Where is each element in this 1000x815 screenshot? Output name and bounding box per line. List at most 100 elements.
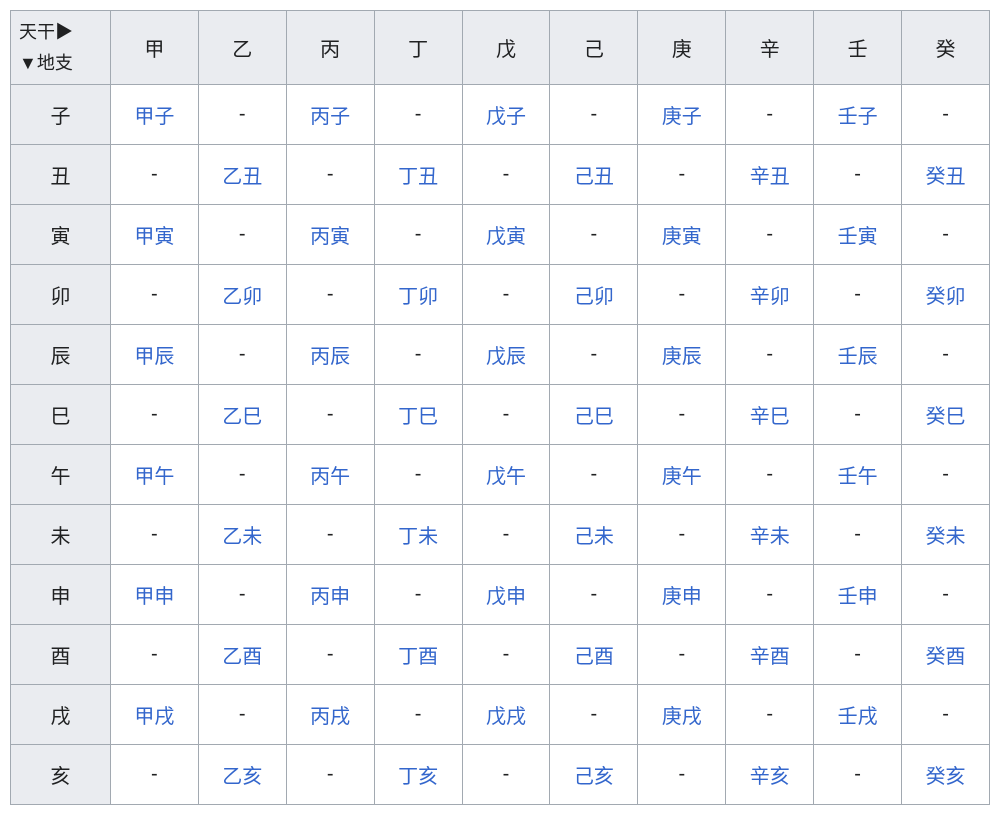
cycle-link[interactable]: 丙戌	[310, 706, 350, 728]
cycle-cell: 甲申	[110, 565, 198, 625]
cycle-link[interactable]: 甲午	[134, 466, 174, 488]
cycle-link[interactable]: 戊午	[486, 466, 526, 488]
cycle-link[interactable]: 辛酉	[750, 646, 790, 668]
cycle-cell: -	[374, 685, 462, 745]
cycle-link[interactable]: 辛丑	[750, 166, 790, 188]
empty-cell: -	[503, 643, 510, 665]
branch-header: 戌	[11, 685, 111, 745]
cycle-link[interactable]: 辛未	[750, 526, 790, 548]
cycle-link[interactable]: 壬寅	[838, 226, 878, 248]
cycle-cell: 庚辰	[638, 325, 726, 385]
cycle-link[interactable]: 丙午	[310, 466, 350, 488]
cycle-link[interactable]: 丁未	[398, 526, 438, 548]
cycle-link[interactable]: 癸卯	[926, 286, 966, 308]
cycle-link[interactable]: 丙辰	[310, 346, 350, 368]
cycle-link[interactable]: 己未	[574, 526, 614, 548]
cycle-link[interactable]: 庚戌	[662, 706, 702, 728]
cycle-link[interactable]: 庚寅	[662, 226, 702, 248]
empty-cell: -	[415, 103, 422, 125]
cycle-link[interactable]: 壬午	[838, 466, 878, 488]
cycle-cell: -	[462, 505, 550, 565]
cycle-link[interactable]: 庚子	[662, 106, 702, 128]
cycle-link[interactable]: 乙丑	[222, 166, 262, 188]
cycle-link[interactable]: 庚辰	[662, 346, 702, 368]
empty-cell: -	[942, 223, 949, 245]
cycle-link[interactable]: 丁酉	[398, 646, 438, 668]
cycle-link[interactable]: 甲戌	[134, 706, 174, 728]
cycle-link[interactable]: 己丑	[574, 166, 614, 188]
cycle-link[interactable]: 壬子	[838, 106, 878, 128]
cycle-link[interactable]: 癸酉	[926, 646, 966, 668]
cycle-cell: -	[550, 205, 638, 265]
cycle-link[interactable]: 乙未	[222, 526, 262, 548]
cycle-link[interactable]: 辛亥	[750, 766, 790, 788]
cycle-link[interactable]: 癸丑	[926, 166, 966, 188]
cycle-link[interactable]: 戊辰	[486, 346, 526, 368]
cycle-link[interactable]: 壬申	[838, 586, 878, 608]
cycle-cell: -	[374, 205, 462, 265]
cycle-cell: -	[110, 385, 198, 445]
empty-cell: -	[327, 763, 334, 785]
cycle-cell: -	[110, 145, 198, 205]
cycle-link[interactable]: 戊戌	[486, 706, 526, 728]
cycle-cell: 辛卯	[726, 265, 814, 325]
stem-header: 辛	[726, 11, 814, 85]
empty-cell: -	[854, 283, 861, 305]
cycle-link[interactable]: 乙卯	[222, 286, 262, 308]
cycle-cell: -	[462, 265, 550, 325]
cycle-link[interactable]: 癸巳	[926, 406, 966, 428]
cycle-cell: 己未	[550, 505, 638, 565]
cycle-cell: -	[638, 145, 726, 205]
stem-header: 癸	[902, 11, 990, 85]
cycle-link[interactable]: 己酉	[574, 646, 614, 668]
cycle-link[interactable]: 庚午	[662, 466, 702, 488]
cycle-link[interactable]: 庚申	[662, 586, 702, 608]
cycle-cell: 甲辰	[110, 325, 198, 385]
cycle-cell: -	[902, 445, 990, 505]
cycle-cell: -	[902, 565, 990, 625]
cycle-link[interactable]: 乙亥	[222, 766, 262, 788]
cycle-cell: -	[902, 325, 990, 385]
cycle-link[interactable]: 乙酉	[222, 646, 262, 668]
empty-cell: -	[766, 223, 773, 245]
cycle-link[interactable]: 甲寅	[134, 226, 174, 248]
cycle-link[interactable]: 甲辰	[134, 346, 174, 368]
cycle-link[interactable]: 辛巳	[750, 406, 790, 428]
cycle-link[interactable]: 乙巳	[222, 406, 262, 428]
cycle-cell: 乙巳	[198, 385, 286, 445]
cycle-cell: -	[550, 85, 638, 145]
cycle-cell: 戊申	[462, 565, 550, 625]
cycle-cell: 乙酉	[198, 625, 286, 685]
cycle-cell: 甲戌	[110, 685, 198, 745]
table-row: 辰甲辰-丙辰-戊辰-庚辰-壬辰-	[11, 325, 990, 385]
cycle-link[interactable]: 己巳	[574, 406, 614, 428]
cycle-link[interactable]: 戊寅	[486, 226, 526, 248]
empty-cell: -	[327, 283, 334, 305]
cycle-link[interactable]: 辛卯	[750, 286, 790, 308]
cycle-link[interactable]: 丁丑	[398, 166, 438, 188]
cycle-cell: 丙寅	[286, 205, 374, 265]
cycle-link[interactable]: 丙寅	[310, 226, 350, 248]
cycle-link[interactable]: 丁亥	[398, 766, 438, 788]
cycle-cell: -	[198, 325, 286, 385]
cycle-link[interactable]: 己卯	[574, 286, 614, 308]
cycle-link[interactable]: 丙子	[310, 106, 350, 128]
cycle-link[interactable]: 甲子	[134, 106, 174, 128]
cycle-link[interactable]: 丁卯	[398, 286, 438, 308]
cycle-link[interactable]: 丙申	[310, 586, 350, 608]
cycle-link[interactable]: 己亥	[574, 766, 614, 788]
cycle-link[interactable]: 癸未	[926, 526, 966, 548]
cycle-link[interactable]: 甲申	[134, 586, 174, 608]
cycle-link[interactable]: 癸亥	[926, 766, 966, 788]
branch-header: 申	[11, 565, 111, 625]
cycle-cell: -	[286, 145, 374, 205]
empty-cell: -	[678, 763, 685, 785]
cycle-link[interactable]: 壬辰	[838, 346, 878, 368]
cycle-link[interactable]: 戊申	[486, 586, 526, 608]
cycle-link[interactable]: 壬戌	[838, 706, 878, 728]
cycle-cell: 辛未	[726, 505, 814, 565]
cycle-cell: -	[110, 625, 198, 685]
cycle-link[interactable]: 丁巳	[398, 406, 438, 428]
empty-cell: -	[766, 463, 773, 485]
cycle-link[interactable]: 戊子	[486, 106, 526, 128]
